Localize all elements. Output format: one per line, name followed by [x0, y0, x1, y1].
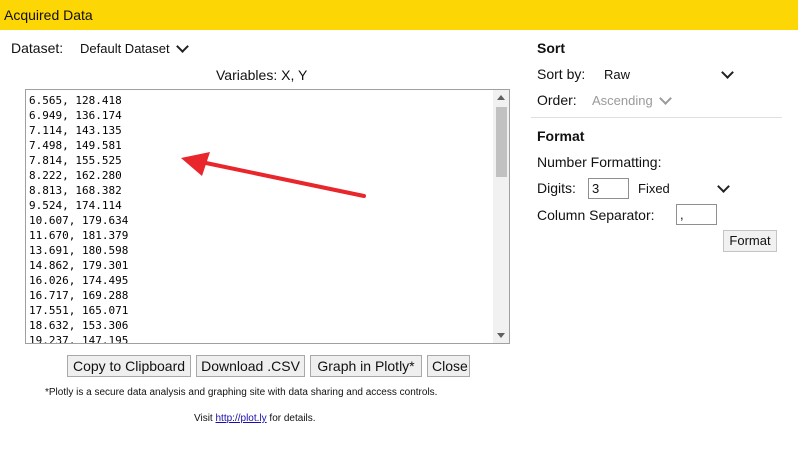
annotation-arrow-icon [181, 152, 366, 198]
